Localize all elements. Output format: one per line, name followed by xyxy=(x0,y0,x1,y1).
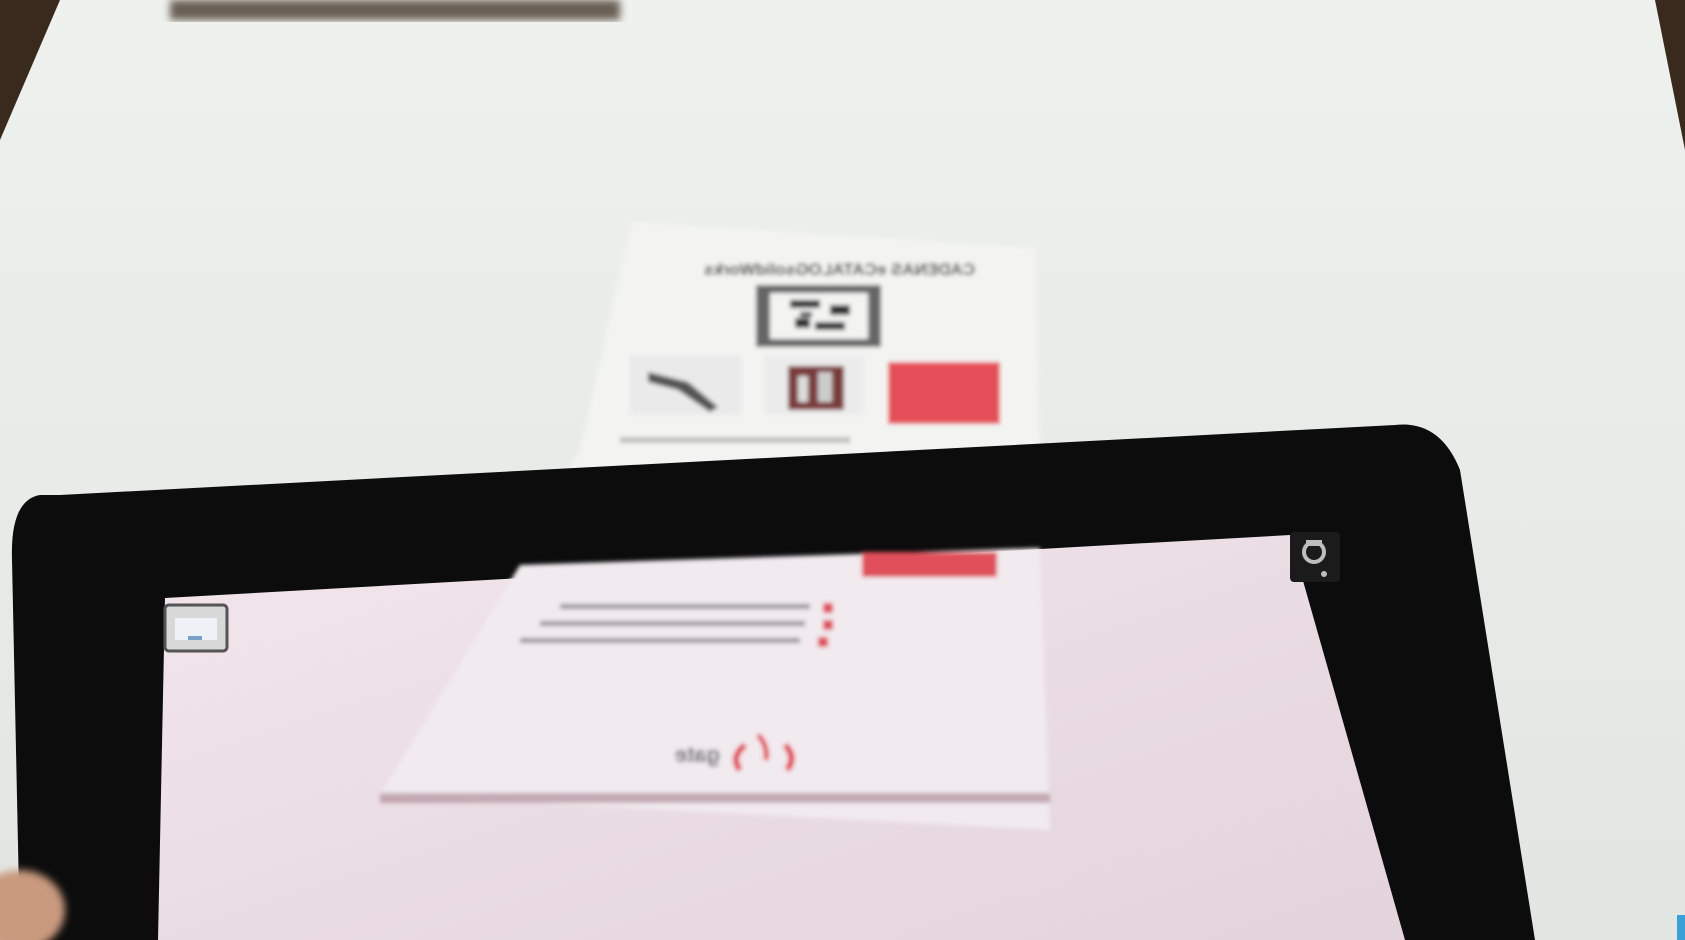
brochure-logo-text: gate xyxy=(675,742,720,767)
thumbnail-icon[interactable] xyxy=(163,603,229,653)
edge-mark xyxy=(1677,915,1685,940)
brochure-logo: gate xyxy=(675,742,720,767)
tablet: gate xyxy=(11,424,1535,940)
scene-svg: CADENAS eCATALOGsolidWorks gate xyxy=(0,0,1685,940)
camera-icon[interactable] xyxy=(1290,532,1340,582)
brochure-title: CADENAS eCATALOGsolidWorks xyxy=(704,260,975,279)
brochure-tile-red xyxy=(888,362,1000,424)
photo-scene: CADENAS eCATALOGsolidWorks gate xyxy=(0,0,1685,940)
table-edge-shadow xyxy=(170,0,620,20)
